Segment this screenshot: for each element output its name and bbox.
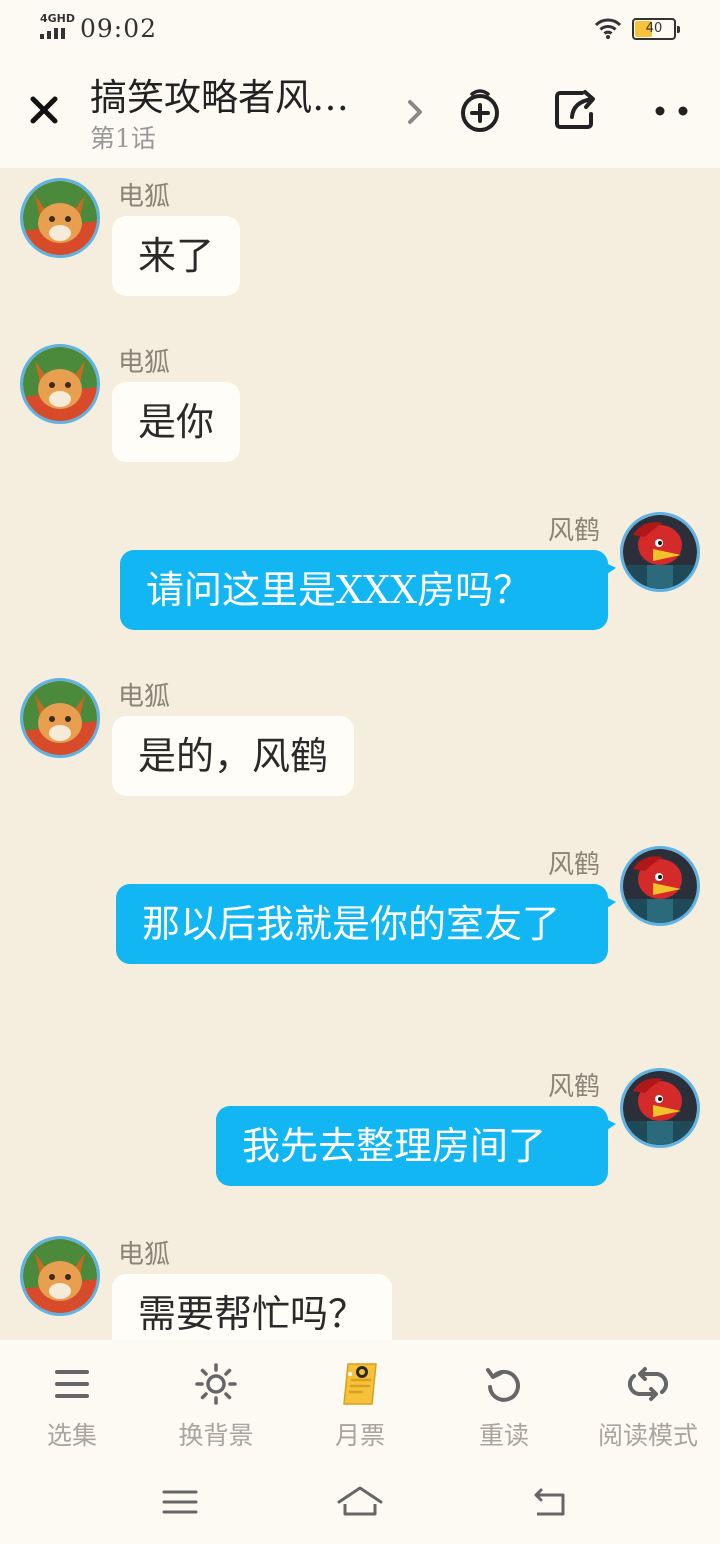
battery-icon: 40	[632, 18, 680, 40]
home-icon[interactable]	[335, 1482, 385, 1522]
sender-name: 电狐	[118, 348, 171, 378]
message-bubble: 是的，风鹤	[112, 716, 355, 796]
signal-icon: 4GHD	[40, 12, 76, 40]
crane-avatar[interactable]	[620, 1068, 700, 1148]
sender-name: 风鹤	[548, 516, 601, 546]
sun-icon	[195, 1363, 237, 1405]
background-button[interactable]: 换背景	[144, 1340, 288, 1460]
sender-name: 风鹤	[548, 850, 601, 880]
system-nav-bar	[0, 1460, 720, 1544]
reading-mode-icon	[627, 1367, 669, 1401]
battery-level: 40	[645, 21, 663, 36]
network-type: 4GHD	[40, 12, 76, 25]
chat-area[interactable]: 电狐 来了 电狐 是你 风鹤 请问这里是XXX房吗？ 电狐 是的，风鹤 风鹤 那…	[0, 168, 720, 1340]
crane-avatar[interactable]	[620, 846, 700, 926]
ticket-icon	[343, 1363, 377, 1405]
chevron-right-icon[interactable]	[400, 94, 430, 130]
message-bubble: 需要帮忙吗？	[112, 1274, 393, 1340]
message-bubble: 我先去整理房间了	[216, 1106, 608, 1186]
sender-name: 电狐	[118, 182, 171, 212]
episodes-button[interactable]: 选集	[0, 1340, 144, 1460]
close-icon	[30, 96, 58, 124]
share-icon[interactable]	[552, 84, 602, 134]
toolbar-label: 选集	[46, 1421, 97, 1450]
toolbar-label: 换背景	[178, 1421, 254, 1450]
clock: 09:02	[80, 14, 158, 43]
menu-icon[interactable]	[155, 1482, 205, 1522]
list-icon	[55, 1370, 89, 1398]
back-icon[interactable]	[525, 1482, 575, 1522]
reread-icon	[486, 1368, 520, 1402]
more-icon[interactable]	[648, 84, 698, 134]
crane-avatar[interactable]	[620, 512, 700, 592]
fox-avatar[interactable]	[20, 344, 100, 424]
message-bubble: 请问这里是XXX房吗？	[120, 550, 608, 630]
chapter-label: 第1话	[90, 124, 156, 153]
toolbar-label: 重读	[478, 1421, 529, 1450]
fox-avatar[interactable]	[20, 678, 100, 758]
reader-header: 搞笑攻略者风… 第1话	[0, 56, 720, 168]
toolbar-label: 月票	[334, 1421, 385, 1450]
monthly-ticket-button[interactable]: 月票	[288, 1340, 432, 1460]
fox-avatar[interactable]	[20, 1236, 100, 1316]
sender-name: 电狐	[118, 682, 171, 712]
sender-name: 风鹤	[548, 1072, 601, 1102]
toolbar-label: 阅读模式	[597, 1421, 698, 1450]
fox-avatar[interactable]	[20, 178, 100, 258]
add-to-shelf-icon[interactable]	[455, 84, 505, 134]
reread-button[interactable]: 重读	[432, 1340, 576, 1460]
message-bubble: 来了	[112, 216, 241, 296]
status-bar: 4GHD 09:02 40	[0, 0, 720, 56]
message-bubble: 那以后我就是你的室友了	[116, 884, 608, 964]
sender-name: 电狐	[118, 1240, 171, 1270]
close-button[interactable]	[22, 88, 66, 132]
message-bubble: 是你	[112, 382, 241, 462]
reader-toolbar: 选集 换背景 月票 重读 阅读模式	[0, 1340, 720, 1460]
comic-title[interactable]: 搞笑攻略者风…	[90, 76, 380, 120]
reading-mode-button[interactable]: 阅读模式	[576, 1340, 720, 1460]
wifi-icon	[594, 18, 622, 39]
